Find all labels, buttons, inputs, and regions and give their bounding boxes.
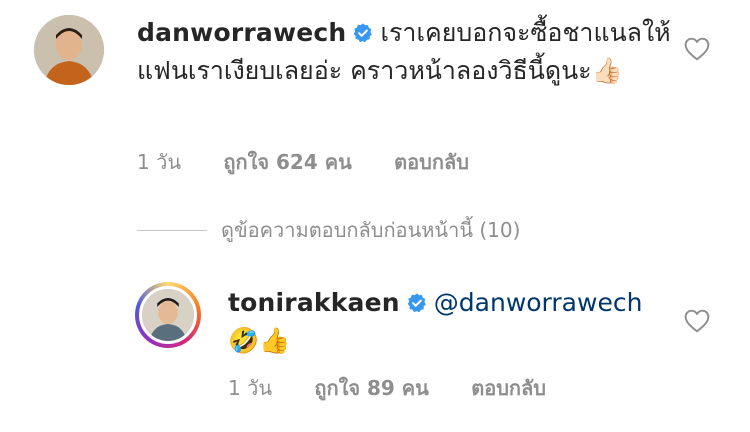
comment-emojis: 🤣👍 (228, 326, 291, 355)
comment-body: danworrawech เราเคยบอกจะซื้อชาแนลให้ แฟนเ… (137, 14, 697, 90)
username[interactable]: tonirakkaen (228, 288, 400, 317)
mention-link[interactable]: @danworrawech (434, 288, 643, 317)
likes-count[interactable]: ถูกใจ 624 คน (223, 150, 351, 174)
heart-outline-icon[interactable] (684, 309, 710, 333)
likes-count[interactable]: ถูกใจ 89 คน (314, 376, 429, 400)
comment-meta: 1 วัน ถูกใจ 89 คน ตอบกลับ (228, 372, 582, 404)
verified-badge-icon (407, 293, 426, 313)
username[interactable]: danworrawech (137, 18, 346, 47)
heart-outline-icon[interactable] (684, 37, 710, 61)
divider-line (137, 229, 207, 231)
verified-badge-icon (354, 23, 373, 43)
comment-meta: 1 วัน ถูกใจ 624 คน ตอบกลับ (137, 146, 505, 178)
reply-button[interactable]: ตอบกลับ (394, 150, 469, 174)
comment-body: tonirakkaen @danworrawech 🤣👍 (228, 284, 698, 360)
timestamp: 1 วัน (137, 150, 181, 174)
reply-button[interactable]: ตอบกลับ (471, 376, 546, 400)
view-previous-replies[interactable]: ดูข้อความตอบกลับก่อนหน้านี้ (10) (137, 214, 520, 246)
timestamp: 1 วัน (228, 376, 272, 400)
avatar[interactable] (34, 15, 104, 85)
view-replies-label[interactable]: ดูข้อความตอบกลับก่อนหน้านี้ (10) (221, 214, 520, 246)
avatar[interactable] (139, 286, 197, 344)
